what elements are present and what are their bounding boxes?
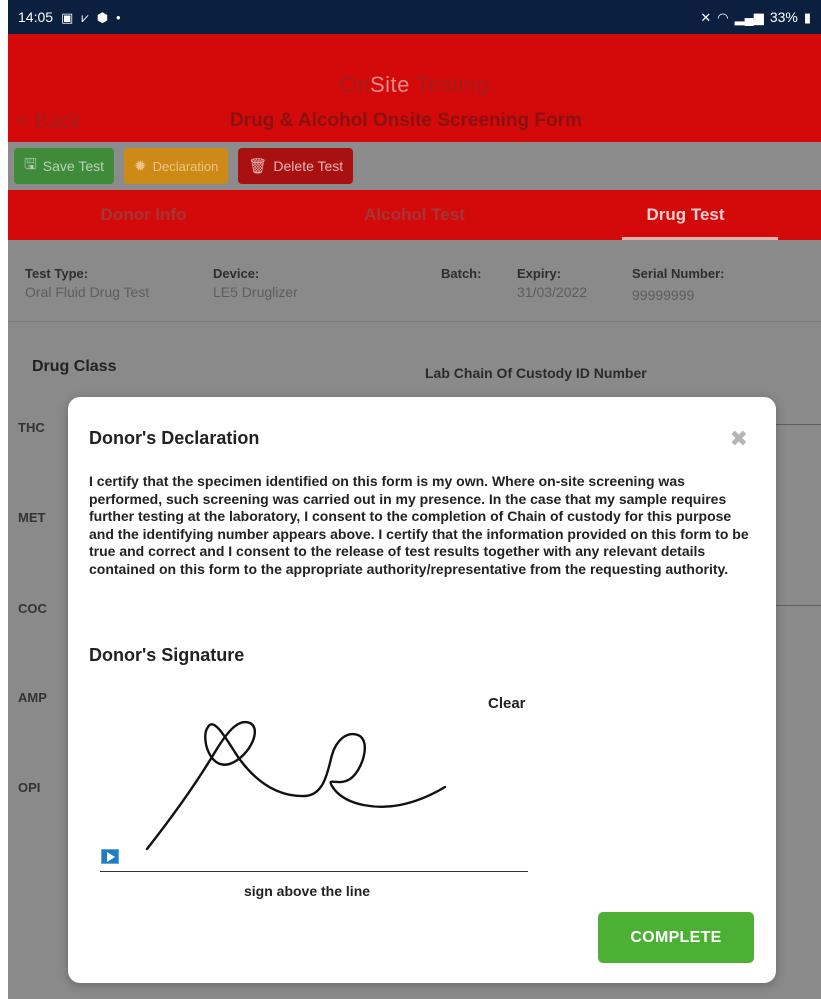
play-icon[interactable] — [101, 849, 119, 864]
expiry-label: Expiry: — [517, 266, 562, 281]
batch-label: Batch: — [441, 266, 482, 281]
chain-of-custody-heading: Lab Chain Of Custody ID Number — [425, 365, 647, 381]
tab-drug-test[interactable]: Drug Test — [550, 190, 821, 240]
signature-heading: Donor's Signature — [89, 645, 245, 665]
save-test-button[interactable]: 🖫 Save Test — [14, 148, 115, 184]
drug-row-opi: OPI — [18, 780, 41, 795]
donor-declaration-modal: Donor's Declaration ✖ I certify that the… — [68, 397, 776, 983]
drug-row-coc: COC — [18, 601, 47, 616]
battery-percent: 33% — [769, 9, 798, 25]
declaration-button[interactable]: ✹ Declaration — [124, 148, 229, 184]
complete-button[interactable]: COMPLETE — [598, 912, 754, 963]
test-type-value: Oral Fluid Drug Test — [25, 284, 150, 300]
tab-alcohol-test[interactable]: Alcohol Test — [279, 190, 550, 240]
signal-icon: ▂▄▆ — [734, 9, 764, 25]
device-label: Device: — [213, 266, 260, 281]
signature-caption: sign above the line — [244, 883, 371, 899]
device-value: LE5 Druglizer — [213, 284, 298, 300]
drug-row-thc: THC — [18, 420, 45, 435]
chain-input-line — [774, 605, 821, 606]
serial-number-label: Serial Number: — [632, 266, 725, 281]
mute-icon: ✕ — [700, 9, 712, 25]
delete-test-button[interactable]: 🗑 Delete Test — [238, 148, 354, 184]
tab-bar: Donor Info Alcohol Test Drug Test — [8, 190, 821, 240]
gear-icon: ✹ — [134, 158, 147, 175]
brand-logo: OnSite Testing — [339, 72, 490, 97]
test-type-label: Test Type: — [25, 266, 89, 281]
chain-input-line — [774, 424, 821, 425]
signature-stroke — [145, 720, 447, 851]
page-title: Drug & Alcohol Onsite Screening Form — [230, 110, 582, 131]
shield-icon: ⬢ — [96, 9, 109, 25]
drug-class-heading: Drug Class — [32, 358, 117, 375]
tab-donor-info[interactable]: Donor Info — [8, 190, 279, 240]
status-bar: 14:05 ▣ ⩗ ⬢ • ✕ ◠ ▂▄▆ 33% ▮ — [8, 0, 821, 34]
toolbar: 🖫 Save Test ✹ Declaration 🗑 Delete Test — [8, 142, 821, 190]
expiry-value: 31/03/2022 — [517, 284, 588, 300]
dot-icon: • — [116, 9, 121, 25]
signature-line — [100, 871, 528, 872]
status-time: 14:05 — [18, 9, 54, 25]
download-done-icon: ⩗ — [81, 9, 89, 25]
drug-row-amp: AMP — [18, 690, 47, 705]
signature-pad[interactable] — [100, 697, 530, 877]
save-icon: 🖫 — [24, 155, 37, 173]
close-icon[interactable]: ✖ — [730, 426, 748, 452]
drug-row-met: MET — [18, 510, 46, 525]
battery-icon: ▮ — [803, 9, 811, 25]
app-header: OnSite Testing < Back Drug & Alcohol Ons… — [8, 34, 821, 142]
back-button[interactable]: < Back — [16, 110, 81, 134]
gallery-icon: ▣ — [61, 9, 74, 25]
modal-title: Donor's Declaration — [89, 428, 260, 448]
trash-icon: 🗑 — [248, 158, 268, 175]
serial-number-value: 99999999 — [632, 287, 695, 303]
test-info-row: Test Type: Oral Fluid Drug Test Device: … — [8, 240, 821, 322]
wifi-icon: ◠ — [717, 9, 729, 25]
declaration-text: I certify that the specimen identified o… — [89, 473, 749, 577]
